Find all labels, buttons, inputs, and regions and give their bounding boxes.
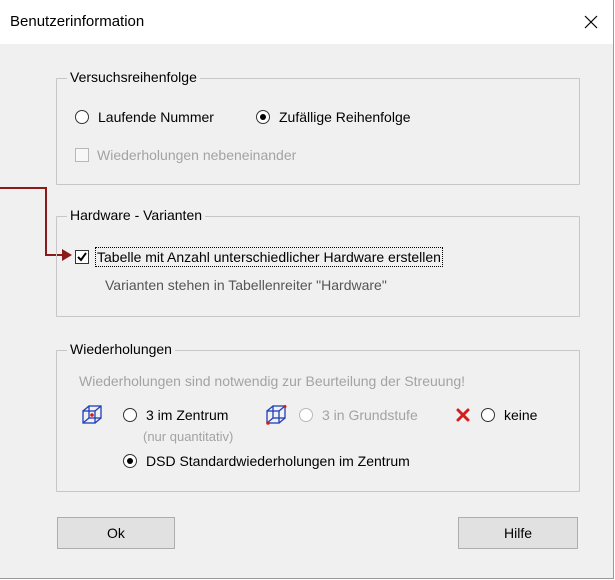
radio-base-level-label: 3 in Grundstufe [322, 407, 418, 423]
radio-indicator [75, 110, 89, 124]
sequence-group: Versuchsreihenfolge Laufende Nummer Zufä… [56, 69, 580, 185]
radio-center-label: 3 im Zentrum [146, 407, 229, 423]
help-button[interactable]: Hilfe [458, 517, 578, 549]
radio-indicator [256, 110, 270, 124]
hardware-hint: Varianten stehen in Tabellenreiter "Hard… [105, 277, 387, 293]
red-x-icon [456, 408, 470, 422]
checkbox-indicator [75, 148, 89, 162]
hardware-group: Hardware - Varianten Tabelle mit Anzahl … [56, 207, 580, 317]
radio-random-order-label: Zufällige Reihenfolge [279, 109, 411, 125]
checkbox-repeat-side-by-side: Wiederholungen nebeneinander [75, 147, 296, 163]
ok-button-label: Ok [107, 525, 125, 541]
radio-running-number-label: Laufende Nummer [98, 109, 214, 125]
checkbox-hardware-table-label: Tabelle mit Anzahl unterschiedlicher Har… [95, 247, 443, 267]
radio-indicator [123, 454, 137, 468]
close-icon [584, 15, 598, 29]
radio-center[interactable]: 3 im Zentrum [123, 407, 228, 423]
sequence-group-label: Versuchsreihenfolge [67, 69, 200, 85]
hardware-group-label: Hardware - Varianten [67, 207, 206, 223]
repeats-info: Wiederholungen sind notwendig zur Beurte… [79, 373, 466, 389]
ok-button[interactable]: Ok [57, 517, 175, 549]
radio-dsd-standard[interactable]: DSD Standardwiederholungen im Zentrum [123, 453, 410, 469]
title-bar: Benutzerinformation [0, 0, 613, 44]
radio-indicator [299, 408, 313, 422]
dialog-window: Benutzerinformation Versuchsreihenfolge … [0, 0, 614, 579]
cube-icon [82, 405, 102, 424]
radio-indicator [123, 408, 137, 422]
repeats-group-label: Wiederholungen [67, 341, 175, 357]
radio-base-level: 3 in Grundstufe [299, 407, 418, 423]
radio-none-label: keine [504, 407, 538, 423]
repeats-group: Wiederholungen Wiederholungen sind notwe… [56, 341, 580, 492]
radio-running-number[interactable]: Laufende Nummer [75, 109, 214, 125]
radio-indicator [481, 408, 495, 422]
window-title: Benutzerinformation [10, 13, 145, 30]
radio-random-order[interactable]: Zufällige Reihenfolge [256, 109, 411, 125]
radio-dsd-standard-label: DSD Standardwiederholungen im Zentrum [146, 453, 410, 469]
cube-icon [266, 405, 287, 425]
close-button[interactable] [573, 4, 609, 40]
checkbox-repeat-side-by-side-label: Wiederholungen nebeneinander [97, 147, 297, 163]
checkbox-indicator [75, 250, 89, 264]
radio-none[interactable]: keine [481, 407, 537, 423]
checkbox-hardware-table[interactable]: Tabelle mit Anzahl unterschiedlicher Har… [75, 247, 443, 267]
help-button-label: Hilfe [503, 525, 532, 541]
radio-center-sublabel: (nur quantitativ) [143, 429, 234, 444]
checkmark-icon [77, 252, 87, 262]
